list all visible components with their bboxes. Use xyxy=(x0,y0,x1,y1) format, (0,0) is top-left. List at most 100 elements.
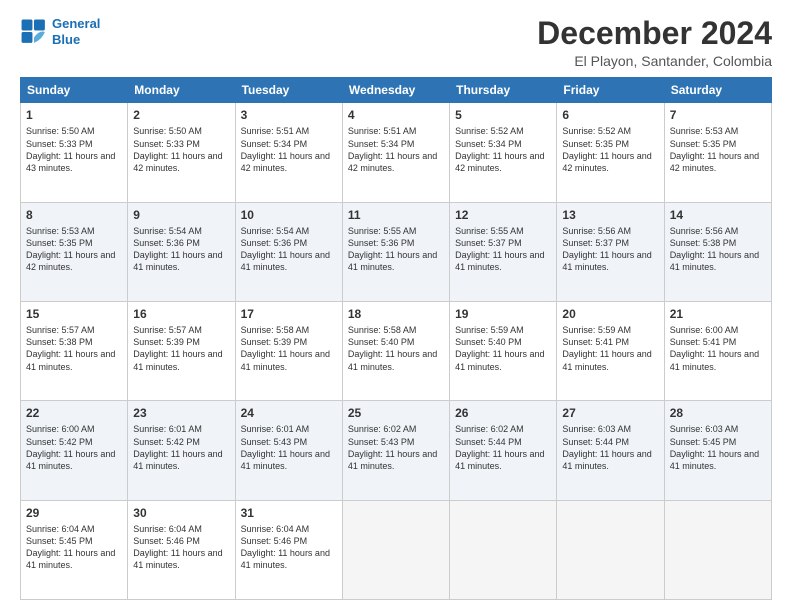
day-info: Sunrise: 5:51 AMSunset: 5:34 PMDaylight:… xyxy=(348,125,444,174)
day-info: Sunrise: 6:01 AMSunset: 5:43 PMDaylight:… xyxy=(241,423,337,472)
table-row: 2 Sunrise: 5:50 AMSunset: 5:33 PMDaylight… xyxy=(128,103,235,202)
day-number: 5 xyxy=(455,107,551,123)
table-row xyxy=(557,500,664,599)
table-row: 14 Sunrise: 5:56 AMSunset: 5:38 PMDayligh… xyxy=(664,202,771,301)
day-number: 20 xyxy=(562,306,658,322)
day-info: Sunrise: 5:55 AMSunset: 5:37 PMDaylight:… xyxy=(455,225,551,274)
col-saturday: Saturday xyxy=(664,78,771,103)
day-info: Sunrise: 6:04 AMSunset: 5:46 PMDaylight:… xyxy=(241,523,337,572)
table-row: 28Sunrise: 6:03 AMSunset: 5:45 PMDayligh… xyxy=(664,401,771,500)
table-row xyxy=(342,500,449,599)
day-number: 10 xyxy=(241,207,337,223)
day-info: Sunrise: 6:00 AMSunset: 5:41 PMDaylight:… xyxy=(670,324,766,373)
day-info: Sunrise: 5:54 AMSunset: 5:36 PMDaylight:… xyxy=(133,225,229,274)
day-number: 15 xyxy=(26,306,122,322)
day-number: 26 xyxy=(455,405,551,421)
day-number: 8 xyxy=(26,207,122,223)
day-number: 30 xyxy=(133,505,229,521)
day-number: 23 xyxy=(133,405,229,421)
day-number: 18 xyxy=(348,306,444,322)
calendar-row: 8Sunrise: 5:53 AMSunset: 5:35 PMDaylight… xyxy=(21,202,772,301)
table-row: 30 Sunrise: 6:04 AMSunset: 5:46 PMDayligh… xyxy=(128,500,235,599)
table-row: 24Sunrise: 6:01 AMSunset: 5:43 PMDayligh… xyxy=(235,401,342,500)
table-row: 13Sunrise: 5:56 AMSunset: 5:37 PMDayligh… xyxy=(557,202,664,301)
day-info: Sunrise: 5:53 AMSunset: 5:35 PMDaylight:… xyxy=(670,125,766,174)
table-row: 18 Sunrise: 5:58 AMSunset: 5:40 PMDayligh… xyxy=(342,301,449,400)
day-info: Sunrise: 6:04 AMSunset: 5:46 PMDaylight:… xyxy=(133,523,229,572)
table-row: 4 Sunrise: 5:51 AMSunset: 5:34 PMDaylight… xyxy=(342,103,449,202)
col-thursday: Thursday xyxy=(450,78,557,103)
day-number: 27 xyxy=(562,405,658,421)
day-number: 16 xyxy=(133,306,229,322)
day-info: Sunrise: 6:00 AMSunset: 5:42 PMDaylight:… xyxy=(26,423,122,472)
day-number: 14 xyxy=(670,207,766,223)
day-info: Sunrise: 5:57 AMSunset: 5:39 PMDaylight:… xyxy=(133,324,229,373)
day-number: 9 xyxy=(133,207,229,223)
table-row: 26 Sunrise: 6:02 AMSunset: 5:44 PMDayligh… xyxy=(450,401,557,500)
day-info: Sunrise: 5:50 AMSunset: 5:33 PMDaylight:… xyxy=(26,125,122,174)
location: El Playon, Santander, Colombia xyxy=(537,53,772,69)
day-number: 22 xyxy=(26,405,122,421)
table-row: 3Sunrise: 5:51 AMSunset: 5:34 PMDaylight… xyxy=(235,103,342,202)
day-number: 19 xyxy=(455,306,551,322)
table-row: 31 Sunrise: 6:04 AMSunset: 5:46 PMDayligh… xyxy=(235,500,342,599)
header: General Blue December 2024 El Playon, Sa… xyxy=(20,16,772,69)
day-number: 29 xyxy=(26,505,122,521)
day-info: Sunrise: 5:58 AMSunset: 5:40 PMDaylight:… xyxy=(348,324,444,373)
day-info: Sunrise: 5:50 AMSunset: 5:33 PMDaylight:… xyxy=(133,125,229,174)
table-row: 7 Sunrise: 5:53 AMSunset: 5:35 PMDaylight… xyxy=(664,103,771,202)
day-number: 12 xyxy=(455,207,551,223)
table-row: 19 Sunrise: 5:59 AMSunset: 5:40 PMDayligh… xyxy=(450,301,557,400)
day-number: 25 xyxy=(348,405,444,421)
col-friday: Friday xyxy=(557,78,664,103)
table-row: 23 Sunrise: 6:01 AMSunset: 5:42 PMDayligh… xyxy=(128,401,235,500)
day-info: Sunrise: 5:57 AMSunset: 5:38 PMDaylight:… xyxy=(26,324,122,373)
day-info: Sunrise: 5:51 AMSunset: 5:34 PMDaylight:… xyxy=(241,125,337,174)
table-row: 12 Sunrise: 5:55 AMSunset: 5:37 PMDayligh… xyxy=(450,202,557,301)
day-number: 28 xyxy=(670,405,766,421)
day-number: 2 xyxy=(133,107,229,123)
day-info: Sunrise: 5:54 AMSunset: 5:36 PMDaylight:… xyxy=(241,225,337,274)
day-number: 13 xyxy=(562,207,658,223)
day-info: Sunrise: 6:01 AMSunset: 5:42 PMDaylight:… xyxy=(133,423,229,472)
table-row: 21 Sunrise: 6:00 AMSunset: 5:41 PMDayligh… xyxy=(664,301,771,400)
logo-text: General Blue xyxy=(52,16,100,47)
day-info: Sunrise: 6:02 AMSunset: 5:44 PMDaylight:… xyxy=(455,423,551,472)
table-row: 22 Sunrise: 6:00 AMSunset: 5:42 PMDayligh… xyxy=(21,401,128,500)
day-info: Sunrise: 5:59 AMSunset: 5:40 PMDaylight:… xyxy=(455,324,551,373)
calendar-header-row: Sunday Monday Tuesday Wednesday Thursday… xyxy=(21,78,772,103)
day-info: Sunrise: 6:03 AMSunset: 5:44 PMDaylight:… xyxy=(562,423,658,472)
table-row: 5Sunrise: 5:52 AMSunset: 5:34 PMDaylight… xyxy=(450,103,557,202)
title-block: December 2024 El Playon, Santander, Colo… xyxy=(537,16,772,69)
col-monday: Monday xyxy=(128,78,235,103)
table-row: 10 Sunrise: 5:54 AMSunset: 5:36 PMDayligh… xyxy=(235,202,342,301)
day-number: 31 xyxy=(241,505,337,521)
day-number: 1 xyxy=(26,107,122,123)
table-row: 9 Sunrise: 5:54 AMSunset: 5:36 PMDaylight… xyxy=(128,202,235,301)
day-number: 21 xyxy=(670,306,766,322)
table-row xyxy=(664,500,771,599)
table-row: 1 Sunrise: 5:50 AMSunset: 5:33 PMDaylight… xyxy=(21,103,128,202)
day-info: Sunrise: 5:59 AMSunset: 5:41 PMDaylight:… xyxy=(562,324,658,373)
table-row: 6 Sunrise: 5:52 AMSunset: 5:35 PMDaylight… xyxy=(557,103,664,202)
day-number: 4 xyxy=(348,107,444,123)
day-info: Sunrise: 5:52 AMSunset: 5:35 PMDaylight:… xyxy=(562,125,658,174)
table-row: 11Sunrise: 5:55 AMSunset: 5:36 PMDayligh… xyxy=(342,202,449,301)
table-row: 16 Sunrise: 5:57 AMSunset: 5:39 PMDayligh… xyxy=(128,301,235,400)
day-number: 11 xyxy=(348,207,444,223)
col-wednesday: Wednesday xyxy=(342,78,449,103)
table-row: 8Sunrise: 5:53 AMSunset: 5:35 PMDaylight… xyxy=(21,202,128,301)
day-number: 6 xyxy=(562,107,658,123)
day-info: Sunrise: 5:58 AMSunset: 5:39 PMDaylight:… xyxy=(241,324,337,373)
logo: General Blue xyxy=(20,16,100,47)
logo-icon xyxy=(20,18,48,46)
day-info: Sunrise: 6:02 AMSunset: 5:43 PMDaylight:… xyxy=(348,423,444,472)
table-row: 20 Sunrise: 5:59 AMSunset: 5:41 PMDayligh… xyxy=(557,301,664,400)
table-row: 25 Sunrise: 6:02 AMSunset: 5:43 PMDayligh… xyxy=(342,401,449,500)
day-number: 7 xyxy=(670,107,766,123)
day-info: Sunrise: 5:56 AMSunset: 5:38 PMDaylight:… xyxy=(670,225,766,274)
calendar-row: 1 Sunrise: 5:50 AMSunset: 5:33 PMDaylight… xyxy=(21,103,772,202)
table-row: 15 Sunrise: 5:57 AMSunset: 5:38 PMDayligh… xyxy=(21,301,128,400)
col-tuesday: Tuesday xyxy=(235,78,342,103)
table-row xyxy=(450,500,557,599)
